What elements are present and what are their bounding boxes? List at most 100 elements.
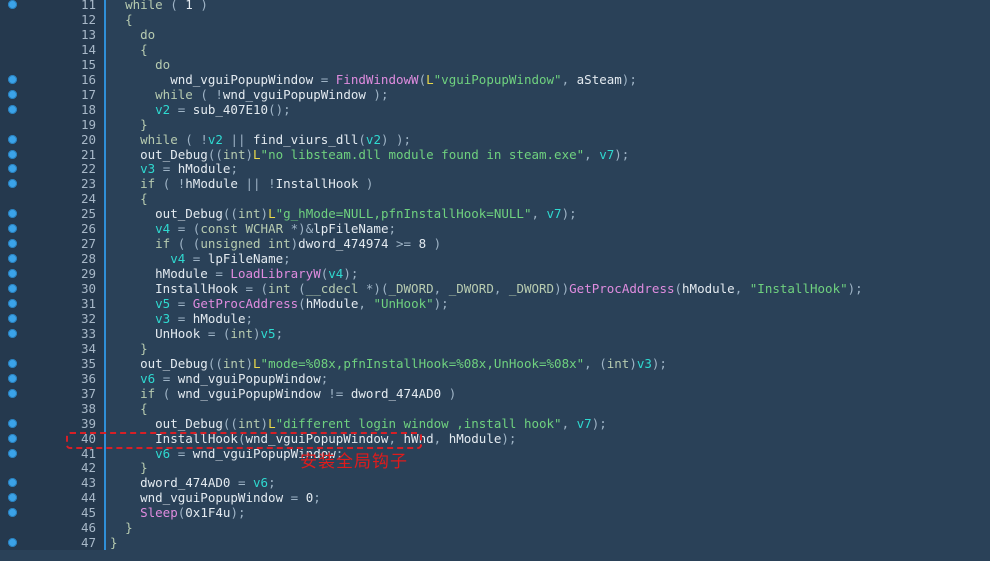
code-line[interactable]: 26 v4 = (const WCHAR *)&lpFileName;	[0, 221, 990, 237]
token: *)(	[358, 281, 389, 297]
token: )	[358, 176, 374, 192]
code-text[interactable]: Sleep(0x1F4u);	[110, 505, 245, 520]
code-text[interactable]: InstallHook = (int (__cdecl *)(_DWORD, _…	[110, 281, 863, 296]
code-line[interactable]: 12 {	[0, 11, 990, 27]
code-line[interactable]: 35 out_Debug((int)L"mode=%08x,pfnInstall…	[0, 355, 990, 371]
token: (	[358, 131, 366, 147]
code-text[interactable]: v5 = GetProcAddress(hModule, "UnHook");	[110, 296, 449, 311]
code-line[interactable]: 43 dword_474AD0 = v6;	[0, 475, 990, 491]
code-line[interactable]: 11 while ( 1 )	[0, 0, 990, 12]
code-line[interactable]: 15 do	[0, 56, 990, 72]
line-number: 15	[80, 56, 96, 72]
gutter-divider	[104, 86, 106, 102]
code-line[interactable]: 34 }	[0, 340, 990, 356]
code-line[interactable]: 28 v4 = lpFileName;	[0, 251, 990, 267]
code-line[interactable]: 44 wnd_vguiPopupWindow = 0;	[0, 490, 990, 506]
code-text[interactable]: }	[110, 341, 148, 356]
code-line[interactable]: 21 out_Debug((int)L"no libsteam.dll modu…	[0, 146, 990, 162]
code-line[interactable]: 36 v6 = wnd_vguiPopupWindow;	[0, 370, 990, 386]
code-text[interactable]: v3 = hModule;	[110, 161, 238, 176]
code-line[interactable]: 16 wnd_vguiPopupWindow = FindWindowW(L"v…	[0, 71, 990, 87]
token: )	[260, 206, 269, 222]
code-line[interactable]: 41 v6 = wnd_vguiPopupWindow;	[0, 445, 990, 461]
token: aSteam	[576, 71, 622, 87]
code-line[interactable]: 23 if ( !hModule || !InstallHook )	[0, 176, 990, 192]
code-line[interactable]: 14 {	[0, 41, 990, 57]
code-text[interactable]: v2 = sub_407E10();	[110, 102, 290, 117]
line-number: 31	[80, 296, 96, 311]
code-text[interactable]: out_Debug((int)L"g_hMode=NULL,pfnInstall…	[110, 206, 577, 221]
code-line[interactable]: 39 out_Debug((int)L"different login wind…	[0, 415, 990, 431]
code-line[interactable]: 30 InstallHook = (int (__cdecl *)(_DWORD…	[0, 281, 990, 297]
code-line[interactable]: 17 while ( !wnd_vguiPopupWindow );	[0, 86, 990, 102]
code-text[interactable]: }	[110, 535, 118, 550]
code-text[interactable]: out_Debug((int)L"no libsteam.dll module …	[110, 147, 629, 162]
code-line[interactable]: 25 out_Debug((int)L"g_hMode=NULL,pfnInst…	[0, 206, 990, 222]
code-line[interactable]: 18 v2 = sub_407E10();	[0, 101, 990, 117]
code-text[interactable]: out_Debug((int)L"different login window …	[110, 416, 607, 431]
code-line[interactable]: 46 }	[0, 520, 990, 536]
code-text[interactable]: v6 = wnd_vguiPopupWindow;	[110, 371, 328, 386]
code-line[interactable]: 40 InstallHook(wnd_vguiPopupWindow, hWnd…	[0, 430, 990, 446]
code-text[interactable]: hModule = LoadLibraryW(v4);	[110, 266, 358, 281]
token: ;	[230, 161, 238, 177]
code-text[interactable]: {	[110, 191, 148, 206]
code-text[interactable]: }	[110, 460, 148, 475]
code-line[interactable]: 31 v5 = GetProcAddress(hModule, "UnHook"…	[0, 296, 990, 311]
line-number: 43	[80, 475, 96, 491]
code-line[interactable]: 22 v3 = hModule;	[0, 161, 990, 177]
code-text[interactable]: {	[110, 401, 148, 416]
code-text[interactable]: v4 = lpFileName;	[110, 251, 290, 266]
code-line[interactable]: 37 if ( wnd_vguiPopupWindow != dword_474…	[0, 385, 990, 401]
code-text[interactable]: out_Debug((int)L"mode=%08x,pfnInstallHoo…	[110, 356, 667, 371]
gutter-divider	[104, 0, 106, 12]
code-line[interactable]: 29 hModule = LoadLibraryW(v4);	[0, 266, 990, 282]
line-number: 22	[80, 161, 96, 177]
token: ,	[734, 281, 750, 297]
code-text[interactable]: wnd_vguiPopupWindow = 0;	[110, 490, 321, 505]
code-text[interactable]: InstallHook(wnd_vguiPopupWindow, hWnd, h…	[110, 431, 516, 446]
code-text[interactable]: dword_474AD0 = v6;	[110, 475, 276, 490]
gutter-divider	[104, 385, 106, 401]
line-number: 26	[80, 221, 96, 237]
code-text[interactable]: do	[110, 57, 170, 72]
code-text[interactable]: if ( (unsigned int)dword_474974 >= 8 )	[110, 236, 441, 251]
code-text[interactable]: wnd_vguiPopupWindow = FindWindowW(L"vgui…	[110, 72, 637, 87]
code-line[interactable]: 27 if ( (unsigned int)dword_474974 >= 8 …	[0, 236, 990, 252]
code-line[interactable]: 20 while ( !v2 || find_viurs_dll(v2) );	[0, 131, 990, 147]
code-text[interactable]: {	[110, 42, 148, 57]
token: wnd_vguiPopupWindow	[177, 370, 321, 386]
code-text[interactable]: v3 = hModule;	[110, 311, 253, 326]
code-text[interactable]: while ( !wnd_vguiPopupWindow );	[110, 87, 388, 102]
code-line[interactable]: 38 {	[0, 400, 990, 416]
token: v3	[140, 161, 156, 177]
token: int	[268, 281, 291, 297]
token: "no libsteam.dll module found in steam.e…	[260, 146, 585, 162]
code-line[interactable]: 13 do	[0, 26, 990, 42]
code-line[interactable]: 24 {	[0, 191, 990, 207]
token: L	[268, 415, 276, 431]
code-line[interactable]: 47}	[0, 535, 990, 551]
code-line[interactable]: 19 }	[0, 116, 990, 132]
line-number: 38	[80, 400, 96, 416]
token: );	[343, 266, 359, 282]
code-line[interactable]: 45 Sleep(0x1F4u);	[0, 505, 990, 521]
code-text[interactable]: while ( !v2 || find_viurs_dll(v2) );	[110, 132, 411, 147]
code-text[interactable]: if ( !hModule || !InstallHook )	[110, 176, 373, 191]
code-text[interactable]: {	[110, 12, 133, 27]
code-text[interactable]: v4 = (const WCHAR *)&lpFileName;	[110, 221, 396, 236]
code-text[interactable]: while ( 1 )	[110, 0, 208, 12]
code-text[interactable]: }	[110, 117, 148, 132]
pseudocode-editor[interactable]: 11 while ( 1 ) 12 {13 do 14 {15 do 16 wnd_v…	[0, 0, 990, 561]
code-line[interactable]: 42 }	[0, 460, 990, 476]
gutter-divider	[104, 400, 106, 416]
code-line[interactable]: 33 UnHook = (int)v5;	[0, 325, 990, 341]
code-text[interactable]: if ( wnd_vguiPopupWindow != dword_474AD0…	[110, 386, 456, 401]
code-text[interactable]: UnHook = (int)v5;	[110, 326, 283, 341]
code-line[interactable]: 32 v3 = hModule;	[0, 310, 990, 326]
code-text[interactable]: }	[110, 520, 133, 535]
code-text[interactable]: do	[110, 27, 155, 42]
